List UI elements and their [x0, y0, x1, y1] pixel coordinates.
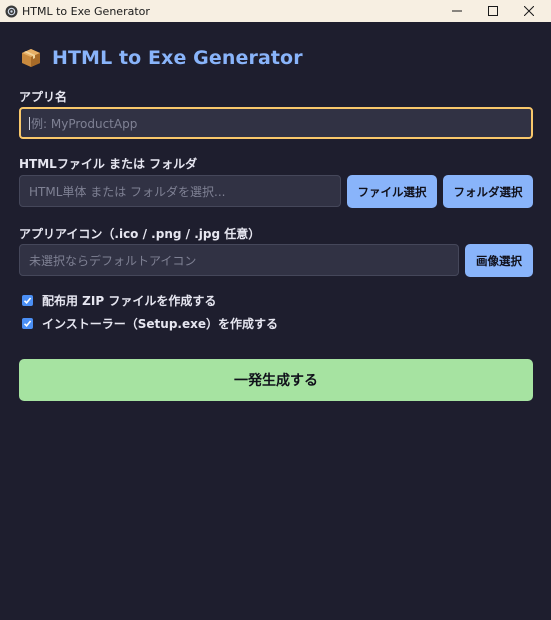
select-file-button[interactable]: ファイル選択: [347, 175, 437, 208]
page-title-text: HTML to Exe Generator: [52, 47, 303, 69]
checkmark-icon: [23, 296, 32, 304]
close-button[interactable]: [511, 0, 547, 22]
html-source-input[interactable]: HTML単体 または フォルダを選択...: [19, 175, 341, 207]
page-title: HTML to Exe Generator: [20, 44, 303, 72]
app-icon: [4, 4, 18, 18]
package-icon: [22, 49, 40, 67]
minimize-icon: [452, 10, 462, 12]
html-source-placeholder: HTML単体 または フォルダを選択...: [29, 184, 226, 199]
app-icon-label: アプリアイコン（.ico / .png / .jpg 任意）: [19, 227, 261, 241]
zip-option[interactable]: 配布用 ZIP ファイルを作成する: [22, 292, 216, 308]
select-folder-button[interactable]: フォルダ選択: [443, 175, 533, 208]
window-title: HTML to Exe Generator: [22, 4, 150, 18]
html-source-label: HTMLファイル または フォルダ: [19, 157, 198, 171]
app-icon-input[interactable]: 未選択ならデフォルトアイコン: [19, 244, 459, 276]
minimize-button[interactable]: [439, 0, 475, 22]
maximize-button[interactable]: [475, 0, 511, 22]
installer-option-label: インストーラー（Setup.exe）を作成する: [42, 316, 278, 331]
app-name-input[interactable]: 例: MyProductApp: [19, 107, 533, 139]
installer-option[interactable]: インストーラー（Setup.exe）を作成する: [22, 315, 278, 331]
zip-option-label: 配布用 ZIP ファイルを作成する: [42, 293, 217, 308]
installer-checkbox[interactable]: [22, 317, 33, 329]
zip-checkbox[interactable]: [22, 294, 33, 306]
select-image-button[interactable]: 画像選択: [465, 244, 533, 277]
window-titlebar: HTML to Exe Generator: [0, 0, 551, 22]
text-caret: [29, 116, 30, 130]
close-icon: [524, 6, 534, 16]
app-name-label: アプリ名: [19, 90, 68, 104]
app-icon-placeholder: 未選択ならデフォルトアイコン: [29, 253, 197, 268]
generate-button[interactable]: 一発生成する: [19, 359, 533, 401]
main-content: HTML to Exe Generator アプリ名 例: MyProductA…: [0, 22, 551, 620]
checkmark-icon: [23, 319, 32, 327]
app-name-placeholder: 例: MyProductApp: [31, 116, 138, 131]
maximize-icon: [488, 6, 498, 16]
